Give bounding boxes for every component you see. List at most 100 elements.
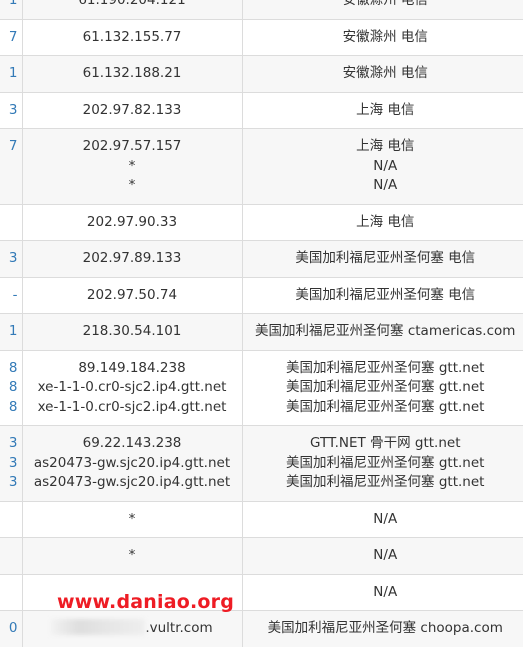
table-row: 7 202.97.57.157 * * 上海 电信 N/A N/A bbox=[0, 128, 523, 204]
hop-cell: 1 bbox=[0, 313, 22, 350]
hop-cell: 3 3 3 bbox=[0, 425, 22, 501]
redacted-ip-blur bbox=[51, 619, 146, 635]
location-cell: 安徽滁州 电信 bbox=[241, 0, 523, 19]
ip-cell: 61.132.155.77 bbox=[21, 18, 242, 56]
hop-cell bbox=[0, 537, 22, 574]
hop-value bbox=[0, 510, 18, 530]
ip-address: 61.190.204.121 bbox=[78, 0, 186, 8]
hop-cell: 7 bbox=[0, 128, 22, 204]
hop-value: 3 bbox=[8, 474, 18, 490]
ip-address: 89.149.184.238 bbox=[78, 359, 186, 376]
table-row: 1 61.190.204.121 安徽滁州 电信 bbox=[0, 0, 523, 19]
table-row: 1 218.30.54.101 美国加利福尼亚州圣何塞 ctamericas.com bbox=[0, 313, 523, 350]
ip-cell: 61.132.188.21 bbox=[21, 55, 242, 92]
location-text: 上海 电信 bbox=[356, 138, 415, 154]
ip-cell: 202.97.82.133 bbox=[21, 91, 242, 129]
ip-address: 202.97.89.133 bbox=[82, 250, 182, 266]
ip-address: xe-1-1-0.cr0-sjc2.ip4.gtt.net bbox=[37, 398, 227, 415]
hop-value: 8 bbox=[8, 359, 18, 376]
hop-value: 8 bbox=[8, 379, 18, 395]
location-text: 美国加利福尼亚州圣何塞 gtt.net bbox=[286, 398, 485, 415]
ip-cell: 202.97.57.157 * * bbox=[21, 128, 242, 204]
table-row: 3 202.97.82.133 上海 电信 bbox=[0, 91, 523, 129]
hop-value bbox=[0, 157, 18, 177]
location-cell: 美国加利福尼亚州圣何塞 电信 bbox=[241, 276, 523, 314]
ip-address: .vultr.com bbox=[27, 619, 238, 639]
ip-address: xe-1-1-0.cr0-sjc2.ip4.gtt.net bbox=[37, 379, 227, 395]
location-cell: 安徽滁州 电信 bbox=[241, 18, 523, 56]
hop-value: 1 bbox=[8, 323, 18, 339]
location-text: 美国加利福尼亚州圣何塞 ctamericas.com bbox=[255, 323, 516, 339]
table-row: 1 61.132.188.21 安徽滁州 电信 bbox=[0, 55, 523, 92]
location-cell: N/A bbox=[241, 573, 523, 611]
hop-value bbox=[0, 176, 18, 196]
location-text: 安徽滁州 电信 bbox=[342, 65, 428, 81]
ip-address: * bbox=[128, 177, 136, 193]
location-text: 美国加利福尼亚州圣何塞 choopa.com bbox=[267, 620, 503, 636]
table-row: 3 3 3 69.22.143.238 as20473-gw.sjc20.ip4.gtt… bbox=[0, 425, 523, 501]
location-text: GTT.NET 骨干网 gtt.net bbox=[310, 435, 461, 451]
location-cell: 美国加利福尼亚州圣何塞 电信 bbox=[241, 240, 523, 277]
hop-cell bbox=[0, 573, 22, 611]
ip-cell: 89.149.184.238 xe-1-1-0.cr0-sjc2.ip4.gtt.… bbox=[21, 349, 242, 426]
hop-value: 0 bbox=[8, 620, 18, 636]
ip-address: 202.97.50.74 bbox=[86, 286, 178, 303]
location-cell: 上海 电信 bbox=[241, 203, 523, 241]
hop-value: 7 bbox=[8, 138, 18, 154]
ip-cell: 202.97.90.33 bbox=[21, 203, 242, 241]
ip-address: as20473-gw.sjc20.ip4.gtt.net bbox=[33, 474, 231, 490]
ip-cell: 61.190.204.121 bbox=[21, 0, 242, 19]
hop-value: 7 bbox=[8, 28, 18, 45]
location-text: N/A bbox=[373, 177, 398, 193]
hop-cell bbox=[0, 203, 22, 241]
hop-cell: 8 8 8 bbox=[0, 349, 22, 426]
ip-address: 218.30.54.101 bbox=[82, 323, 182, 339]
location-cell: GTT.NET 骨干网 gtt.net 美国加利福尼亚州圣何塞 gtt.net 美国… bbox=[241, 425, 523, 501]
table-row: * N/A bbox=[0, 537, 523, 574]
ip-cell: 218.30.54.101 bbox=[21, 313, 242, 350]
ip-cell: * bbox=[21, 537, 242, 574]
ip-cell: * bbox=[21, 500, 242, 538]
ip-address: as20473-gw.sjc20.ip4.gtt.net bbox=[33, 454, 231, 471]
ip-address: 202.97.90.33 bbox=[86, 213, 178, 230]
table-row: 8 8 8 89.149.184.238 xe-1-1-0.cr0-sjc2.ip4.g… bbox=[0, 349, 523, 426]
location-text: 美国加利福尼亚州圣何塞 电信 bbox=[295, 250, 476, 266]
location-cell: 美国加利福尼亚州圣何塞 choopa.com bbox=[241, 610, 523, 647]
ip-address: * bbox=[128, 547, 136, 563]
hop-cell: 3 bbox=[0, 240, 22, 277]
ip-address: 69.22.143.238 bbox=[82, 435, 182, 451]
hop-cell: 7 bbox=[0, 18, 22, 56]
traceroute-table: 1 61.190.204.121 安徽滁州 电信 7 61.132.155.77 安徽滁州… bbox=[0, 0, 523, 647]
hop-value: 3 bbox=[8, 454, 18, 471]
ip-cell: 202.97.50.74 bbox=[21, 276, 242, 314]
hop-cell: 3 bbox=[0, 91, 22, 129]
location-text: N/A bbox=[373, 547, 398, 563]
ip-address: 202.97.82.133 bbox=[82, 101, 182, 118]
location-cell: 美国加利福尼亚州圣何塞 ctamericas.com bbox=[241, 313, 523, 350]
ip-address: 202.97.57.157 bbox=[82, 138, 182, 154]
location-text: N/A bbox=[373, 510, 398, 527]
table-row: 3 202.97.89.133 美国加利福尼亚州圣何塞 电信 bbox=[0, 240, 523, 277]
hop-cell: 0 bbox=[0, 610, 22, 647]
table-row: 0 .vultr.com 美国加利福尼亚州圣何塞 choopa.com bbox=[0, 610, 523, 647]
hop-cell bbox=[0, 500, 22, 538]
location-cell: N/A bbox=[241, 500, 523, 538]
hop-value: 3 bbox=[8, 101, 18, 118]
hop-value bbox=[0, 213, 18, 233]
location-text: 上海 电信 bbox=[356, 213, 415, 230]
hop-cell: 1 bbox=[0, 0, 22, 19]
ip-address: 61.132.155.77 bbox=[82, 28, 182, 45]
location-cell: 美国加利福尼亚州圣何塞 gtt.net 美国加利福尼亚州圣何塞 gtt.net 美国… bbox=[241, 349, 523, 426]
location-text: 美国加利福尼亚州圣何塞 电信 bbox=[295, 286, 476, 303]
traceroute-table-body: 1 61.190.204.121 安徽滁州 电信 7 61.132.155.77 安徽滁州… bbox=[0, 0, 523, 647]
site-watermark: www.daniao.org bbox=[57, 591, 235, 613]
hop-value: 3 bbox=[8, 435, 18, 451]
ip-suffix: .vultr.com bbox=[145, 620, 213, 636]
location-text: 美国加利福尼亚州圣何塞 gtt.net bbox=[286, 359, 485, 376]
location-cell: 上海 电信 bbox=[241, 91, 523, 129]
table-row: 7 61.132.155.77 安徽滁州 电信 bbox=[0, 18, 523, 56]
location-text: 安徽滁州 电信 bbox=[342, 28, 428, 45]
hop-value: 8 bbox=[8, 398, 18, 415]
location-cell: N/A bbox=[241, 537, 523, 574]
ip-address: 61.132.188.21 bbox=[82, 65, 182, 81]
